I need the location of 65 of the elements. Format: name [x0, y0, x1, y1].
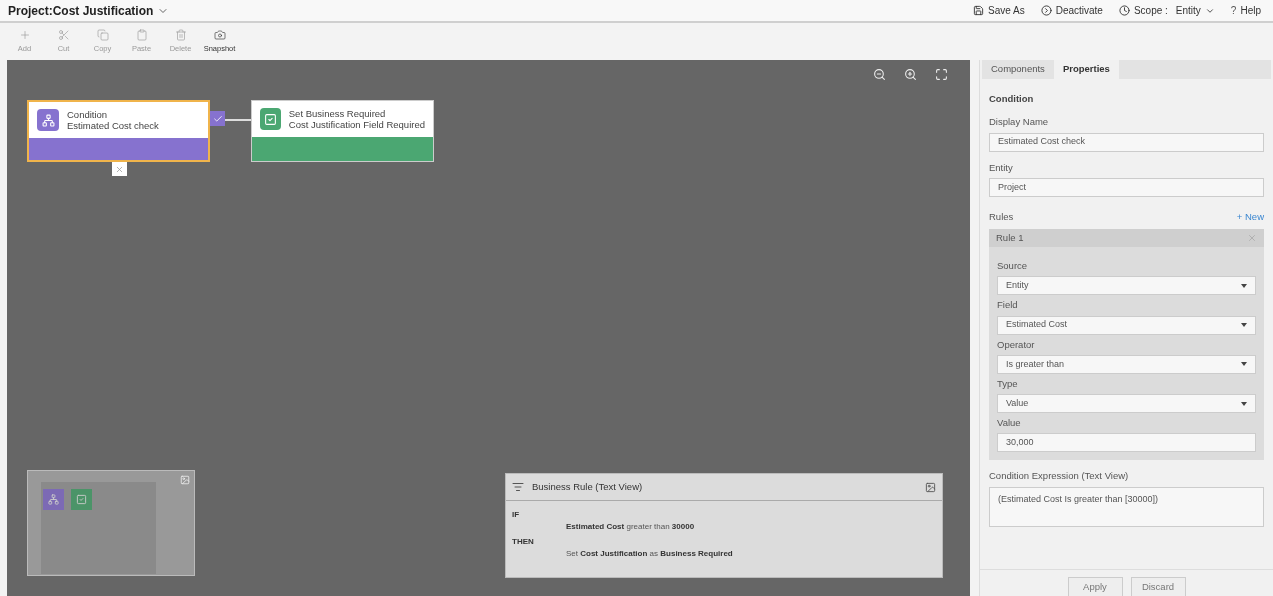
dropdown-arrow-icon — [1241, 283, 1247, 288]
field-label: Display Name — [989, 115, 1050, 130]
input-field[interactable]: 30,000 — [997, 433, 1256, 453]
flow-node[interactable]: Condition Estimated Cost check — [27, 100, 210, 162]
field-label: Condition Expression (Text View) — [989, 469, 1130, 484]
field-label: Entity — [989, 160, 1014, 175]
deactivate-icon — [1040, 5, 1052, 16]
node-title: Condition — [67, 109, 109, 120]
rule-title: Rule 1 — [996, 230, 1024, 245]
rule-list-icon — [512, 481, 524, 493]
field-label: Operator — [997, 337, 1036, 352]
page-title: Project:Cost Justification — [8, 2, 154, 20]
panel-title: Business Rule (Text View) — [532, 479, 643, 494]
copy-icon — [96, 28, 109, 41]
field-label: Field — [997, 298, 1019, 313]
node-subtitle: Estimated Cost check — [67, 120, 159, 131]
dropdown[interactable]: Is greater than — [997, 354, 1256, 374]
input-field[interactable]: Estimated Cost check — [989, 132, 1264, 152]
zoom-out-icon[interactable] — [873, 68, 886, 81]
save-icon — [972, 5, 984, 16]
save-button[interactable]: Save As — [972, 3, 1025, 18]
section-heading: Condition — [989, 92, 1035, 106]
help-button[interactable]: ? Help — [1230, 3, 1261, 18]
hierarchy-icon — [43, 489, 64, 510]
rule-statement: Set Cost Justification as Business Required — [565, 548, 734, 560]
hierarchy-icon — [37, 109, 59, 131]
check-icon — [210, 111, 225, 126]
clipboard-icon — [135, 28, 148, 41]
rule-keyword: IF — [512, 509, 521, 521]
scissors-icon — [57, 28, 70, 41]
input-field[interactable]: Project — [989, 177, 1264, 197]
panel-tab[interactable]: Components — [982, 60, 1054, 79]
scope-icon — [1118, 5, 1130, 16]
dropdown[interactable]: Value — [997, 394, 1256, 413]
rule-statement: Estimated Cost greater than 30000 — [565, 521, 696, 533]
field-label: Type — [997, 376, 1019, 391]
help-icon: ? — [1230, 3, 1237, 18]
flow-node[interactable]: Set Business Required Cost Justification Field Required — [251, 100, 434, 162]
panel-button[interactable]: Discard — [1130, 577, 1186, 596]
camera-icon — [213, 28, 226, 41]
panel-button[interactable]: Apply — [1067, 577, 1123, 596]
fit-icon[interactable] — [935, 68, 948, 81]
rule-keyword: THEN — [512, 536, 535, 548]
dropdown-arrow-icon — [1241, 401, 1247, 406]
trash-icon — [174, 28, 187, 41]
node-title: Set Business Required — [288, 108, 387, 119]
plus-icon — [18, 28, 31, 41]
expression-field[interactable]: (Estimated Cost Is greater than [30000]) — [989, 486, 1264, 527]
dropdown-arrow-icon — [1241, 323, 1247, 327]
checkbox-icon — [260, 108, 281, 130]
field-label: Rules — [989, 209, 1014, 224]
scope-button[interactable]: Scope : Entity — [1118, 3, 1215, 18]
connector-line — [225, 119, 251, 121]
field-label: Source — [997, 259, 1029, 273]
field-label: Value — [997, 416, 1022, 430]
dropdown-arrow-icon — [1241, 362, 1247, 367]
dropdown[interactable]: Estimated Cost — [997, 315, 1256, 335]
dropdown[interactable]: Entity — [997, 276, 1256, 296]
node-subtitle: Cost Justification Field Required — [288, 119, 425, 130]
new-rule-link[interactable]: + New — [1236, 209, 1264, 224]
panel-tab[interactable]: Properties — [1053, 60, 1119, 79]
remove-icon[interactable] — [112, 162, 127, 176]
zoom-in-icon[interactable] — [904, 68, 917, 81]
checkbox-icon — [71, 489, 92, 510]
deactivate-button[interactable]: Deactivate — [1040, 3, 1103, 18]
